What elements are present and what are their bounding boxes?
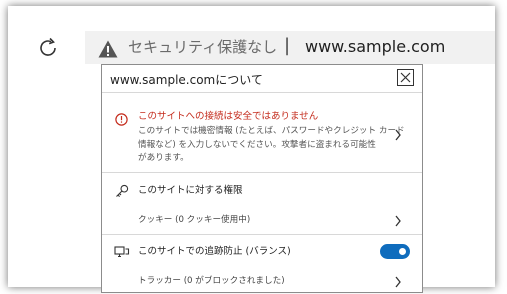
divider: [102, 234, 422, 235]
address-bar[interactable]: セキュリティ保護なし | www.sample.com: [85, 31, 495, 64]
popup-title: www.sample.comについて: [110, 73, 263, 87]
cookies-label: クッキー (0 クッキー使用中): [138, 215, 251, 225]
trackers-label: トラッカー (0 がブロックされました): [138, 276, 285, 286]
chevron-right-icon[interactable]: [393, 274, 403, 288]
close-icon: [400, 72, 411, 83]
site-info-popup: www.sample.comについて このサイトへの接続は安全ではありません こ…: [101, 64, 423, 293]
tracking-prevention-icon: [114, 244, 130, 263]
chevron-right-icon[interactable]: [393, 213, 403, 227]
key-icon: [115, 183, 129, 202]
refresh-icon[interactable]: [36, 36, 60, 60]
browser-window: セキュリティ保護なし | www.sample.com www.sample.c…: [8, 6, 495, 293]
toggle-knob: [399, 248, 406, 255]
connection-warning-title: このサイトへの接続は安全ではありません: [138, 111, 319, 122]
permissions-title: このサイトに対する権限: [138, 185, 243, 196]
url-text[interactable]: www.sample.com: [305, 36, 445, 58]
info-circle-icon: [115, 111, 128, 130]
tracking-title: このサイトでの追跡防止 (バランス): [138, 246, 291, 257]
address-separator: |: [284, 35, 291, 56]
description-line: このサイトでは機密情報 (たとえば、パスワードやクレジット カード: [138, 126, 405, 136]
divider: [102, 172, 422, 173]
browser-toolbar: セキュリティ保護なし | www.sample.com: [8, 28, 495, 67]
description-line: 情報など) を入力しないでください。攻撃者に盗まれる可能性: [138, 139, 376, 150]
security-status-label[interactable]: セキュリティ保護なし: [128, 36, 277, 58]
divider: [102, 92, 422, 93]
tracking-toggle[interactable]: [380, 244, 410, 259]
warning-triangle-icon[interactable]: [97, 39, 119, 59]
description-line: があります。: [138, 153, 189, 163]
close-button[interactable]: [397, 69, 414, 86]
connection-warning-description: このサイトでは機密情報 (たとえば、パスワードやクレジット カード 情報など) …: [138, 125, 405, 166]
chevron-right-icon[interactable]: [393, 127, 403, 141]
